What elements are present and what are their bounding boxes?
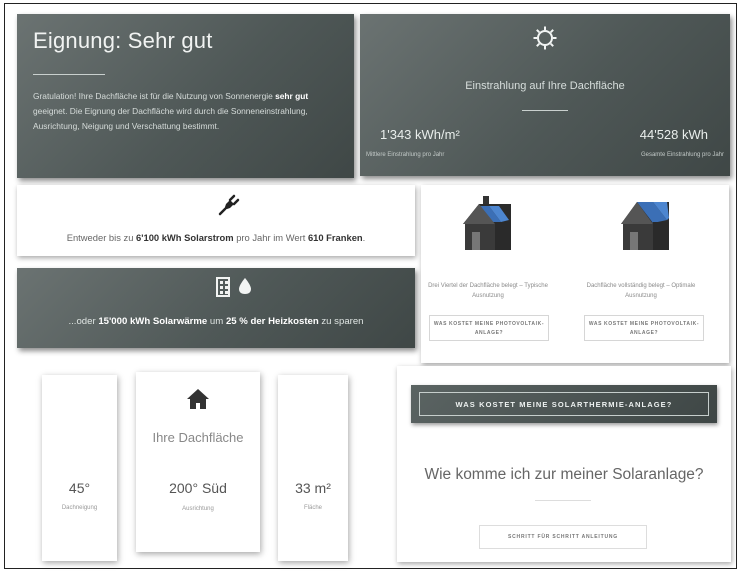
- solarstrom-text: Entweder bis zu 6'100 kWh Solarstrom pro…: [17, 232, 415, 243]
- dachneigung-card: 45° Dachneigung: [42, 375, 117, 561]
- pv-optimal-cost-button[interactable]: WAS KOSTET MEINE PHOTOVOLTAIK-ANLAGE?: [584, 315, 704, 341]
- plug-icon: [218, 194, 240, 222]
- solarwaerme-post: zu sparen: [318, 316, 364, 327]
- water-drop-icon: [239, 278, 251, 294]
- solarwaerme-amount: 15'000 kWh Solarwärme: [98, 316, 208, 327]
- eignung-text-bold: sehr gut: [275, 91, 309, 101]
- solarwaerme-mid: um: [207, 316, 226, 327]
- divider: [535, 500, 591, 501]
- mittlere-einstrahlung-value: 1'343 kWh/m²: [380, 127, 460, 142]
- eignung-text: Gratulation! Ihre Dachfläche ist für die…: [33, 89, 338, 134]
- eignung-title: Eignung: Sehr gut: [33, 28, 213, 53]
- eignung-text-start: Gratulation! Ihre Dachfläche ist für die…: [33, 91, 273, 101]
- pv-options-card: Drei Viertel der Dachfläche belegt – Typ…: [421, 185, 729, 363]
- solarwaerme-text: ...oder 15'000 kWh Solarwärme um 25 % de…: [17, 316, 415, 327]
- solarwaerme-card: ...oder 15'000 kWh Solarwärme um 25 % de…: [17, 268, 415, 348]
- solarstrom-pre: Entweder bis zu: [66, 232, 137, 243]
- solarwaerme-percent: 25 % der Heizkosten: [225, 316, 319, 327]
- eignung-text-end: geeignet. Die Eignung der Dachfläche wir…: [33, 106, 308, 131]
- solarstrom-mid: pro Jahr im Wert: [233, 232, 308, 243]
- anleitung-button[interactable]: SCHRITT FÜR SCHRITT ANLEITUNG: [479, 525, 647, 549]
- solarthermie-cost-label: WAS KOSTET MEINE SOLARTHERMIE-ANLAGE?: [419, 392, 709, 416]
- dachneigung-value: 45°: [68, 480, 91, 496]
- ausrichtung-caption: Ausrichtung: [182, 506, 214, 512]
- solar-panel-icon: [216, 277, 230, 297]
- solarstrom-value: 610 Franken: [307, 232, 363, 243]
- house-partial-panels-icon: [463, 196, 511, 250]
- divider: [522, 110, 568, 111]
- divider: [33, 74, 105, 75]
- house-full-panels-icon: [621, 202, 669, 250]
- gesamte-einstrahlung-caption: Gesamte Einstrahlung pro Jahr: [640, 152, 724, 158]
- sun-icon: [533, 26, 557, 50]
- pv-optimal-caption: Dachfläche vollständig belegt – Optimale…: [586, 283, 696, 299]
- dachflaeche-card: Ihre Dachfläche 200° Süd Ausrichtung: [136, 372, 260, 552]
- dachflaeche-title: Ihre Dachfläche: [152, 430, 244, 445]
- home-icon: [136, 388, 260, 416]
- ausrichtung-value: 200° Süd: [169, 480, 227, 496]
- solarstrom-post: .: [362, 232, 366, 243]
- gesamte-einstrahlung-value: 44'528 kWh: [639, 127, 708, 142]
- pv-typical-cost-button[interactable]: WAS KOSTET MEINE PHOTOVOLTAIK-ANLAGE?: [429, 315, 549, 341]
- flaeche-value: 33 m²: [295, 480, 331, 496]
- mittlere-einstrahlung-caption: Mittlere Einstrahlung pro Jahr: [366, 152, 445, 158]
- flaeche-caption: Fläche: [303, 505, 322, 511]
- solarthermie-cost-button[interactable]: WAS KOSTET MEINE SOLARTHERMIE-ANLAGE?: [411, 385, 717, 423]
- solarstrom-amount: 6'100 kWh Solarstrom: [136, 232, 234, 243]
- eignung-card: Eignung: Sehr gut Gratulation! Ihre Dach…: [17, 14, 354, 178]
- guide-question: Wie komme ich zur meiner Solaranlage?: [424, 466, 704, 483]
- pv-typical-caption: Drei Viertel der Dachfläche belegt – Typ…: [428, 283, 548, 299]
- dachneigung-caption: Dachneigung: [61, 505, 98, 511]
- einstrahlung-card: Einstrahlung auf Ihre Dachfläche 1'343 k…: [360, 14, 730, 176]
- flaeche-card: 33 m² Fläche: [278, 375, 348, 561]
- solarwaerme-pre: ...oder: [68, 316, 99, 327]
- guide-card: WAS KOSTET MEINE SOLARTHERMIE-ANLAGE? Wi…: [397, 366, 731, 562]
- einstrahlung-title: Einstrahlung auf Ihre Dachfläche: [465, 80, 625, 92]
- solarstrom-card: Entweder bis zu 6'100 kWh Solarstrom pro…: [17, 185, 415, 256]
